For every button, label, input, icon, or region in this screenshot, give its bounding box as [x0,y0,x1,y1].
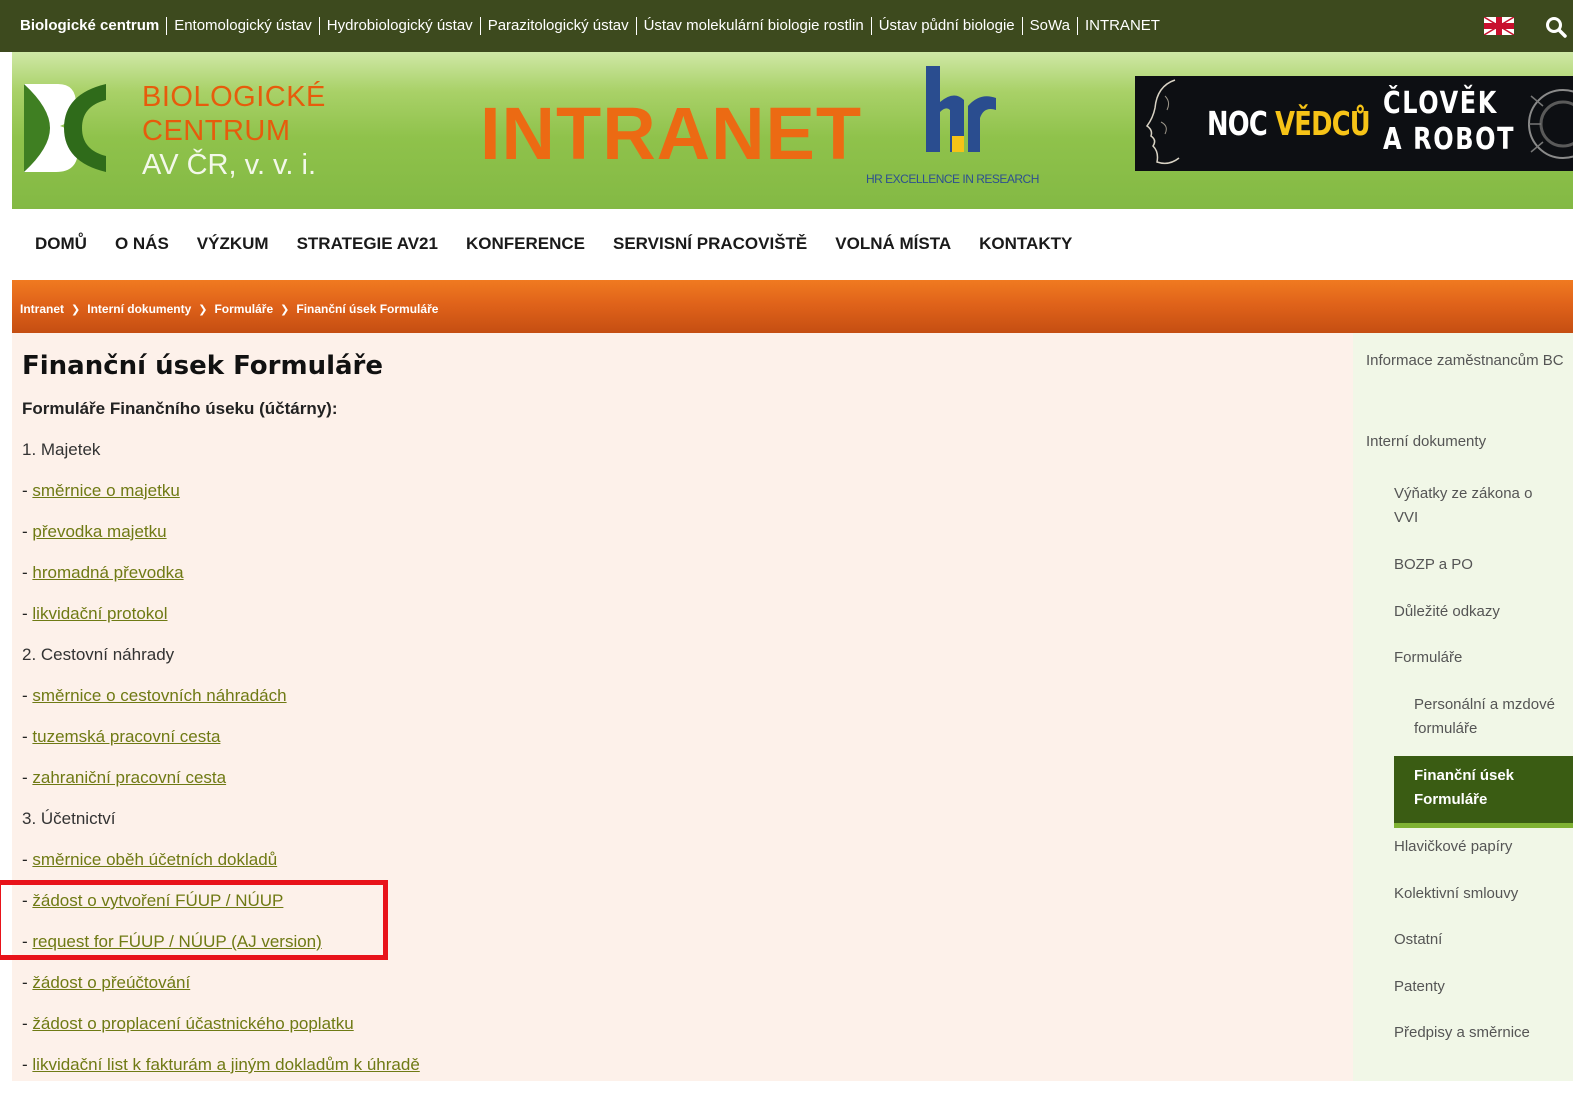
bc-logo-icon[interactable] [20,80,108,176]
sidebar-item-interni-dokumenty[interactable]: Interní dokumenty [1366,430,1486,454]
logo-line-centrum: CENTRUM [142,115,291,147]
sidebar-item-hlavickove-papiry[interactable]: Hlavičkové papíry [1394,835,1512,859]
section-heading: 3. Účetnictví [22,809,116,828]
face-outline-left-icon [1145,79,1180,165]
banner-clovek: ČLOVĚK [1383,86,1498,121]
form-link[interactable]: směrnice oběh účetních dokladů [32,850,277,869]
banner-a-robot: A ROBOT [1383,122,1516,157]
form-link[interactable]: žádost o přeúčtování [32,973,190,992]
form-link[interactable]: likvidační list k fakturám a jiným dokla… [32,1055,419,1074]
list-item: - žádost o přeúčtování [22,973,191,992]
topbar-link-intranet[interactable]: INTRANET [1078,17,1167,35]
list-item: 1. Majetek [22,440,420,481]
topbar-link-entomologicky[interactable]: Entomologický ústav [167,17,320,35]
institute-links: Biologické centrum Entomologický ústav H… [20,17,1167,35]
main-nav: DOMŮ O NÁS VÝZKUM STRATEGIE AV21 KONFERE… [35,234,1100,254]
highlight-box [0,880,388,960]
sidebar-item-vynatky[interactable]: Výňatky ze zákona o VVI [1394,482,1559,530]
hr-excellence-caption: HR EXCELLENCE IN RESEARCH [866,172,1039,186]
topbar-link-hydrobiologicky[interactable]: Hydrobiologický ústav [320,17,481,35]
sidebar-item-predpisy[interactable]: Předpisy a směrnice [1394,1021,1530,1045]
topbar-link-parazitologicky[interactable]: Parazitologický ústav [481,17,637,35]
intranet-title: INTRANET [480,92,863,175]
banner-noc-vedcu: NOC VĚDCŮ [1207,104,1371,143]
topbar-link-sowa[interactable]: SoWa [1023,17,1078,35]
main-content: Finanční úsek Formuláře Formuláře Finanč… [12,333,1353,1081]
section-heading: 2. Cestovní náhrady [22,645,175,664]
top-bar: Biologické centrum Entomologický ústav H… [0,0,1573,52]
nav-o-nas[interactable]: O NÁS [115,234,169,254]
form-link[interactable]: hromadná převodka [32,563,183,582]
chevron-right-icon: ❯ [198,303,208,316]
form-link[interactable]: zahraniční pracovní cesta [32,768,226,787]
breadcrumb-current: Finanční úsek Formuláře [296,302,439,316]
sidebar-item-dulezite-odkazy[interactable]: Důležité odkazy [1394,600,1500,624]
page-subtitle: Formuláře Finančního úseku (účtárny): [22,399,338,418]
list-item: - zahraniční pracovní cesta [22,768,227,787]
nav-vyzkum[interactable]: VÝZKUM [197,234,269,254]
banner-vedcu: VĚDCŮ [1275,104,1371,143]
sidebar-item-kolektivni-smlouvy[interactable]: Kolektivní smlouvy [1394,882,1518,906]
list-item: - hromadná převodka [22,563,184,582]
list-item: - tuzemská pracovní cesta [22,727,221,746]
nav-domu[interactable]: DOMŮ [35,234,87,254]
list-item: - likvidační list k fakturám a jiným dok… [22,1055,420,1074]
sidebar-item-patenty[interactable]: Patenty [1394,975,1445,999]
sidebar-item-ostatni[interactable]: Ostatní [1394,928,1442,952]
nav-servisni-pracoviste[interactable]: SERVISNÍ PRACOVIŠTĚ [613,234,807,254]
topbar-link-molekularni[interactable]: Ústav molekulární biologie rostlin [637,17,872,35]
sidebar-item-informace[interactable]: Informace zaměstnancům BC [1366,349,1566,373]
robot-face-icon [1528,89,1573,159]
sidebar-item-personalni[interactable]: Personální a mzdové formuláře [1414,693,1559,741]
form-link[interactable]: směrnice o majetku [32,481,179,500]
form-link[interactable]: směrnice o cestovních náhradách [32,686,286,705]
sidebar-item-bozp[interactable]: BOZP a PO [1394,553,1473,577]
breadcrumb-bar: Intranet ❯ Interní dokumenty ❯ Formuláře… [12,280,1573,333]
sidebar-item-formulare[interactable]: Formuláře [1394,646,1462,670]
list-item: - směrnice o majetku [22,481,180,500]
noc-vedcu-banner[interactable]: NOC VĚDCŮ ČLOVĚK A ROBOT [1135,76,1573,171]
search-icon[interactable] [1545,16,1567,38]
list-item: - žádost o proplacení účastnického popla… [22,1014,354,1033]
bc-logo-text[interactable]: BIOLOGICKÉ CENTRUM AV ČR, v. v. i. [142,80,326,182]
topbar-link-biologicke-centrum[interactable]: Biologické centrum [20,17,168,35]
topbar-link-pudni[interactable]: Ústav půdní biologie [872,17,1023,35]
chevron-right-icon: ❯ [71,303,81,316]
site-header: BIOLOGICKÉ CENTRUM AV ČR, v. v. i. INTRA… [12,52,1573,209]
logo-line-av-cr: AV ČR, v. v. i. [142,149,317,181]
list-item: - likvidační protokol [22,604,168,623]
list-item: - směrnice o cestovních náhradách [22,686,287,705]
form-link[interactable]: převodka majetku [32,522,166,541]
uk-flag-icon[interactable] [1484,17,1514,35]
logo-line-biologicke: BIOLOGICKÉ [142,81,326,113]
form-link[interactable]: žádost o proplacení účastnického poplatk… [32,1014,353,1033]
forms-list: 1. Majetek - směrnice o majetku - převod… [22,440,420,1096]
nav-kontakty[interactable]: KONTAKTY [979,234,1072,254]
list-item: 2. Cestovní náhrady [22,645,420,686]
sidebar-active-label: Finanční úsek Formuláře [1414,767,1515,808]
list-item: 3. Účetnictví [22,809,420,850]
list-item: - převodka majetku [22,522,167,541]
nav-volna-mista[interactable]: VOLNÁ MÍSTA [835,234,951,254]
banner-clovek-a-robot: ČLOVĚK A ROBOT [1383,86,1515,158]
breadcrumb-intranet[interactable]: Intranet [20,302,64,316]
form-link[interactable]: tuzemská pracovní cesta [32,727,220,746]
sidebar: Informace zaměstnancům BC Interní dokume… [1353,333,1573,1081]
chevron-right-icon: ❯ [280,303,290,316]
banner-noc: NOC [1207,104,1276,143]
breadcrumb-interni-dokumenty[interactable]: Interní dokumenty [87,302,191,316]
breadcrumb-formulare[interactable]: Formuláře [214,302,273,316]
breadcrumb: Intranet ❯ Interní dokumenty ❯ Formuláře… [20,302,438,316]
page-title: Finanční úsek Formuláře [22,351,383,381]
form-link[interactable]: likvidační protokol [32,604,167,623]
hr-excellence-logo-icon[interactable] [924,66,998,156]
nav-strategie-av21[interactable]: STRATEGIE AV21 [297,234,438,254]
sidebar-item-financni-usek-active[interactable]: Finanční úsek Formuláře [1394,756,1573,828]
section-heading: 1. Majetek [22,440,101,459]
nav-konference[interactable]: KONFERENCE [466,234,585,254]
